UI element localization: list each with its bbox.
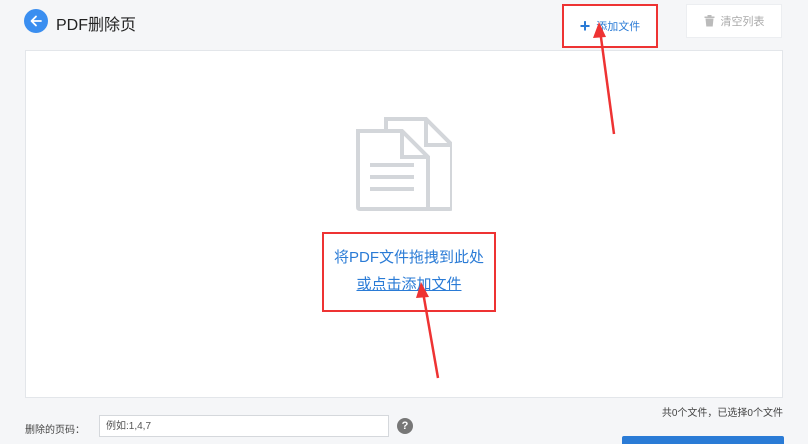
back-button[interactable]	[24, 9, 48, 33]
header-bar: PDF删除页 + 添加文件 清空列表	[0, 0, 808, 48]
file-drop-zone[interactable]: 将PDF文件拖拽到此处 或点击添加文件	[25, 50, 783, 398]
plus-icon: +	[579, 16, 591, 36]
file-count-status: 共0个文件，已选择0个文件	[661, 408, 783, 419]
drop-hint-box: 将PDF文件拖拽到此处 或点击添加文件	[322, 232, 496, 312]
page-title: PDF删除页	[56, 17, 137, 34]
delete-pages-input[interactable]	[99, 415, 389, 437]
add-file-label: 添加文件	[596, 21, 641, 33]
clear-list-button[interactable]: 清空列表	[686, 4, 782, 38]
click-to-add-link[interactable]: 或点击添加文件	[324, 273, 494, 294]
question-icon[interactable]: ?	[397, 418, 413, 434]
clear-list-label: 清空列表	[720, 16, 765, 28]
add-file-button[interactable]: + 添加文件	[562, 4, 658, 48]
delete-pages-label: 删除的页码：	[25, 425, 85, 436]
start-button[interactable]	[622, 436, 784, 444]
trash-icon	[704, 15, 714, 27]
drop-hint-text: 将PDF文件拖拽到此处	[333, 249, 484, 266]
document-stack-icon	[356, 117, 452, 211]
arrow-left-icon	[30, 15, 42, 27]
